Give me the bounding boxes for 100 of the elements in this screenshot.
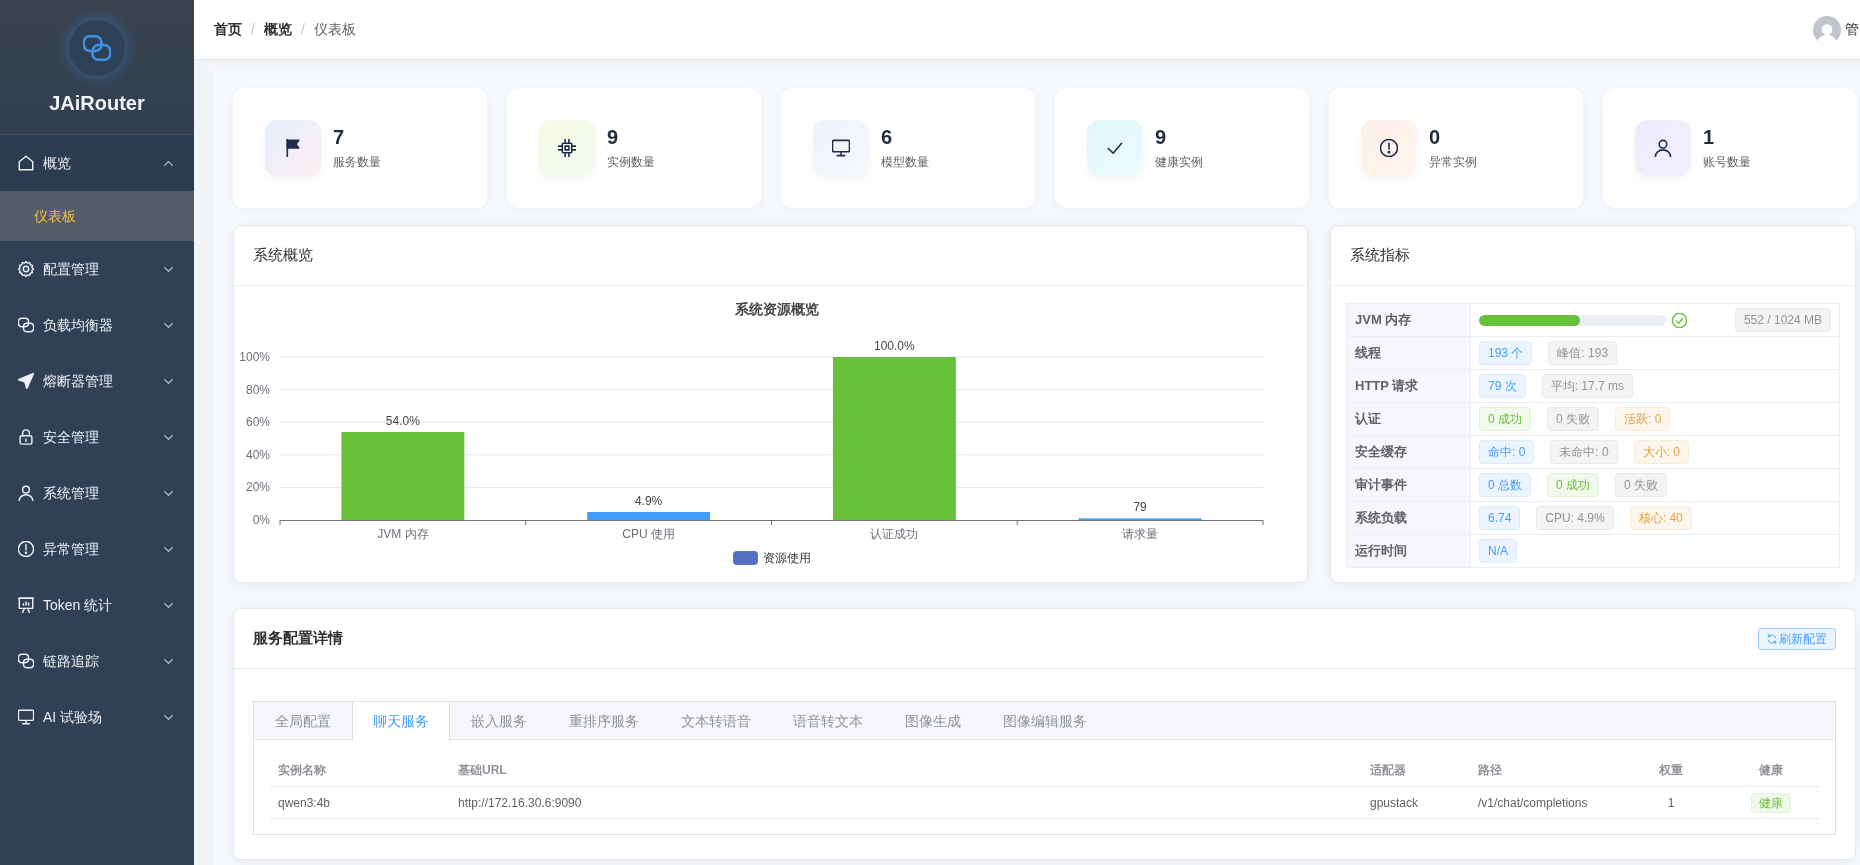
check-icon <box>1087 120 1143 176</box>
axis-label: 认证成功 <box>870 527 919 541</box>
stat-value: 9 <box>607 125 620 149</box>
metric-label: 审计事件 <box>1347 469 1471 501</box>
bar-value-label: 100.0% <box>874 339 915 353</box>
column-header: 实例名称 <box>277 761 327 779</box>
metric-label: 安全缓存 <box>1347 436 1471 468</box>
breadcrumb-link[interactable]: 概览 <box>263 19 292 40</box>
flag-icon <box>265 120 321 176</box>
axis-label: 60% <box>245 415 270 430</box>
link-icon <box>18 653 34 669</box>
chevron-down-icon <box>164 376 173 386</box>
chevron-down-icon <box>164 264 173 274</box>
stat-value: 7 <box>333 125 346 149</box>
axis-label: 0% <box>252 513 270 527</box>
axis-label: JVM 内存 <box>377 527 429 541</box>
chevron-down-icon <box>164 712 173 722</box>
stat-label: 模型数量 <box>881 154 929 171</box>
breadcrumb-current: 仪表板 <box>313 20 356 39</box>
bar-value-label: 54.0% <box>385 414 420 428</box>
breadcrumb-separator: / <box>251 20 255 39</box>
chip-icon <box>539 120 595 176</box>
chevron-down-icon <box>164 656 173 666</box>
user-name[interactable]: 管 <box>1845 19 1859 40</box>
user-icon <box>1635 120 1691 176</box>
stat-value: 9 <box>1155 125 1168 149</box>
axis-label: 100% <box>239 350 270 364</box>
bar-value-label: 4.9% <box>634 494 663 508</box>
stat-label: 服务数量 <box>333 154 381 171</box>
stat-value: 1 <box>1703 125 1716 149</box>
home-icon <box>18 155 34 171</box>
metric-tag: 平均: 17.7 ms <box>1541 374 1634 398</box>
axis-label: 20% <box>245 480 270 495</box>
metric-tag: 未命中: 0 <box>1550 440 1618 464</box>
metric-label: 运行时间 <box>1347 535 1471 567</box>
axis-label: 80% <box>245 382 270 397</box>
lock-icon <box>18 429 34 445</box>
chevron-down-icon <box>164 320 173 330</box>
stat-label: 健康实例 <box>1155 154 1203 171</box>
column-header: 适配器 <box>1369 761 1407 779</box>
metric-label: 系统负载 <box>1347 502 1471 534</box>
avatar-icon[interactable] <box>1813 15 1841 44</box>
metric-tag: 552 / 1024 MB <box>1734 308 1831 332</box>
gear-icon <box>18 261 34 277</box>
metric-tag: 0 失败 <box>1547 407 1600 431</box>
app-name: JAiRouter <box>49 91 145 115</box>
table-cell-text: http://172.16.30.6:9090 <box>457 794 583 812</box>
bar-value-label: 79 <box>1133 500 1147 515</box>
table-cell-text: gpustack <box>1369 794 1420 812</box>
metric-tag: 79 次 <box>1479 374 1526 398</box>
link-icon <box>18 317 34 333</box>
presentation-board-icon <box>18 597 34 613</box>
card-title: 系统概览 <box>253 245 313 266</box>
submenu-item[interactable]: 仪表板 <box>0 191 194 241</box>
metric-label: JVM 内存 <box>1347 304 1471 336</box>
metric-tag: 活跃: 0 <box>1615 407 1671 431</box>
column-header: 路径 <box>1477 761 1503 779</box>
column-header: 健康 <box>1757 761 1784 779</box>
stat-value: 0 <box>1429 125 1442 149</box>
card-title: 系统指标 <box>1350 245 1410 266</box>
menu-item[interactable]: 概览 <box>0 135 194 191</box>
metric-tag: 193 个 <box>1479 341 1533 365</box>
axis-label: CPU 使用 <box>622 527 675 541</box>
metric-tag: 0 成功 <box>1547 473 1600 497</box>
axis-label: 40% <box>245 447 270 462</box>
logo-icon <box>68 19 126 77</box>
metric-tag: 6.74 <box>1479 506 1521 530</box>
stat-label: 账号数量 <box>1703 154 1751 171</box>
table-cell-text: qwen3:4b <box>277 794 332 812</box>
metric-tag: 核心: 40 <box>1629 506 1692 530</box>
status-tag: 健康 <box>1750 792 1791 813</box>
table-cell-text: /v1/chat/completions <box>1477 794 1589 812</box>
column-header: 权重 <box>1658 761 1684 779</box>
metric-tag: 命中: 0 <box>1479 440 1535 464</box>
breadcrumb-link[interactable]: 首页 <box>214 19 242 40</box>
metric-tag: 0 失败 <box>1615 473 1668 497</box>
column-header: 基础URL <box>457 761 508 779</box>
metric-label: 认证 <box>1347 403 1471 435</box>
stat-label: 异常实例 <box>1429 154 1477 171</box>
metric-tag: CPU: 4.9% <box>1536 506 1614 530</box>
paper-plane-icon <box>18 373 34 389</box>
metric-tag: 0 成功 <box>1479 407 1531 431</box>
chevron-down-icon <box>164 600 173 610</box>
breadcrumb-separator: / <box>300 20 305 39</box>
metric-label: 线程 <box>1347 337 1471 369</box>
metric-tag: 峰值: 193 <box>1548 341 1618 365</box>
metric-tag: 大小: 0 <box>1633 440 1690 464</box>
axis-label: 请求量 <box>1122 527 1159 541</box>
metric-tag: 0 总数 <box>1479 473 1531 497</box>
card-title: 服务配置详情 <box>253 628 343 649</box>
metric-tag: N/A <box>1479 539 1517 563</box>
stat-value: 6 <box>881 125 894 149</box>
user-icon <box>18 485 34 501</box>
legend-label[interactable]: 资源使用 <box>763 551 811 565</box>
chart-title: 系统资源概览 <box>734 301 819 317</box>
monitor-icon <box>18 709 34 725</box>
stat-label: 实例数量 <box>607 154 655 171</box>
table-cell-text: 1 <box>1666 794 1676 812</box>
monitor-icon <box>813 120 869 176</box>
chevron-up-icon <box>164 158 173 168</box>
